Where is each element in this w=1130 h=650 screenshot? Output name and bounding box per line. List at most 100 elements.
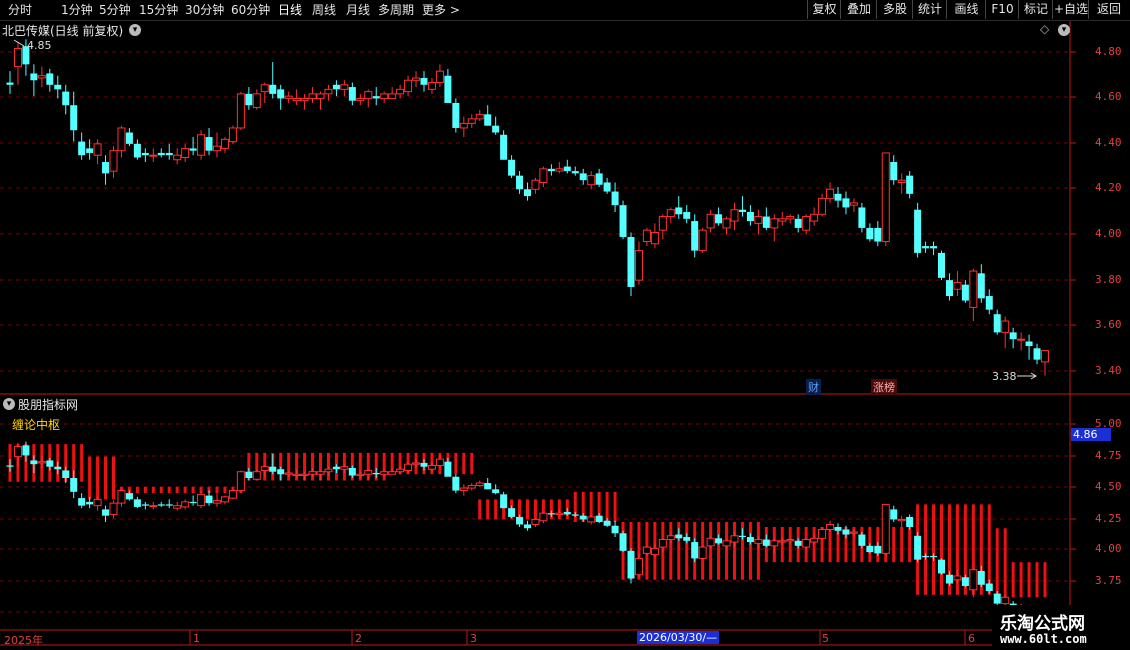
main-candle-body — [141, 152, 149, 156]
sub-candle-body — [197, 493, 206, 507]
main-candle-body — [938, 252, 945, 278]
main-candle-body — [802, 216, 811, 231]
sub-candle-body — [165, 504, 173, 506]
period-tab-3[interactable]: 15分钟 — [139, 1, 178, 19]
settings-toggle-icon[interactable]: ▾ — [1058, 24, 1070, 36]
period-tab-6[interactable]: 日线 — [278, 1, 302, 19]
zone-bar — [159, 486, 163, 494]
zone-bar — [1019, 562, 1023, 598]
zone-bar — [605, 491, 609, 522]
period-tab-9[interactable]: 多周期 — [378, 1, 414, 19]
main-candle-body — [770, 218, 779, 229]
toolbar-button-3[interactable]: 统计 — [912, 0, 947, 19]
period-tab-5[interactable]: 60分钟 — [231, 1, 270, 19]
sub-candle-body — [22, 445, 30, 456]
sub-candle-body — [715, 538, 723, 544]
toolbar-button-5[interactable]: F10 — [985, 0, 1019, 19]
sub-candle-body — [444, 461, 452, 477]
zone-bar — [191, 486, 195, 494]
sub-candle-body — [524, 524, 531, 529]
toolbar-button-4[interactable]: 画线 — [946, 0, 986, 19]
main-candle-body — [961, 284, 969, 301]
sub-candle-body — [435, 458, 444, 466]
sub-candle-body — [340, 466, 349, 470]
sub-y-tick: 5.00 — [1095, 417, 1122, 430]
toolbar-button-2[interactable]: 多股 — [876, 0, 913, 19]
main-candle-body — [897, 179, 906, 183]
sub-candle-body — [37, 461, 46, 464]
sub-candle-body — [555, 512, 564, 515]
main-candle-body — [842, 198, 850, 208]
sub-candle-body — [849, 531, 858, 534]
finance-badge[interactable]: 财 — [806, 379, 821, 395]
period-tab-4[interactable]: 30分钟 — [185, 1, 224, 19]
sub-candle-body — [117, 490, 126, 504]
sub-candle-body — [786, 539, 795, 542]
sub-candle-body — [13, 446, 22, 458]
sub-candle-body — [396, 468, 405, 473]
toolbar-button-7[interactable]: +自选 — [1052, 0, 1089, 19]
toolbar-button-1[interactable]: 叠加 — [840, 0, 877, 19]
limit-up-badge[interactable]: 涨榜 — [871, 379, 897, 395]
sub-candle-body — [292, 473, 301, 476]
zone-bar — [613, 491, 617, 522]
sub-candle-body — [770, 540, 779, 547]
toolbar-button-0[interactable]: 复权 — [807, 0, 841, 19]
toolbar-button-6[interactable]: 标记 — [1018, 0, 1053, 19]
period-tab-2[interactable]: 5分钟 — [99, 1, 131, 19]
main-candle-body — [404, 79, 413, 93]
period-tab-0[interactable]: 分时 — [8, 1, 32, 19]
main-candle-body — [810, 213, 819, 222]
sub-candle-body — [642, 546, 651, 554]
sub-candle-body — [356, 473, 365, 476]
chevron-down-icon[interactable]: ▾ — [129, 24, 141, 36]
sub-candle-body — [945, 574, 953, 584]
sub-candle-body — [308, 471, 317, 475]
main-candle-body — [627, 236, 635, 287]
zone-bar — [1003, 528, 1007, 598]
main-candle-body — [372, 96, 380, 99]
main-candle-body — [332, 84, 340, 90]
x-axis-label-month-2: 2 — [355, 632, 362, 645]
main-candle-body — [444, 75, 452, 103]
main-y-tick: 3.60 — [1095, 318, 1122, 331]
main-y-tick: 4.20 — [1095, 181, 1122, 194]
main-candle-body — [1017, 338, 1026, 341]
period-tab-10[interactable]: 更多 > — [422, 1, 460, 19]
zone-bar — [183, 486, 187, 494]
indicator-name: 缠论中枢 — [12, 418, 61, 432]
sub-candle-body — [300, 473, 309, 476]
period-tab-8[interactable]: 月线 — [346, 1, 370, 19]
main-candle-body — [1009, 332, 1017, 340]
main-candle-body — [292, 97, 301, 102]
main-candle-body — [54, 84, 62, 90]
sub-candle-body — [516, 516, 524, 525]
diamond-icon[interactable]: ◇ — [1040, 22, 1049, 36]
sub-candle-body — [245, 471, 253, 479]
zone-bar — [96, 456, 100, 500]
zone-bar — [151, 486, 155, 494]
main-candle-body — [420, 77, 428, 85]
sub-candle-body — [953, 575, 962, 581]
main-y-tick: 4.60 — [1095, 90, 1122, 103]
zone-bar — [733, 521, 736, 580]
toolbar-button-8[interactable]: 返回 — [1088, 0, 1129, 19]
sub-candle-body — [220, 496, 229, 503]
zone-bar — [80, 444, 84, 482]
period-tab-7[interactable]: 周线 — [312, 1, 336, 19]
sub-candle-body — [539, 512, 548, 522]
sub-candle-body — [6, 465, 14, 467]
sub-candle-body — [881, 503, 890, 554]
sub-chevron-icon[interactable]: ▾ — [3, 398, 15, 410]
zone-bar — [685, 521, 689, 580]
chart-canvas[interactable] — [0, 0, 1130, 650]
sub-candle-body — [810, 537, 819, 543]
sub-candle-body — [706, 537, 715, 547]
sub-candle-body — [985, 583, 993, 592]
main-candle-body — [308, 93, 317, 99]
sub-candle-body — [802, 539, 811, 548]
period-tab-1[interactable]: 1分钟 — [61, 1, 93, 19]
zone-bar — [573, 491, 577, 522]
main-candle-body — [563, 166, 571, 172]
main-candle-body — [539, 168, 548, 183]
